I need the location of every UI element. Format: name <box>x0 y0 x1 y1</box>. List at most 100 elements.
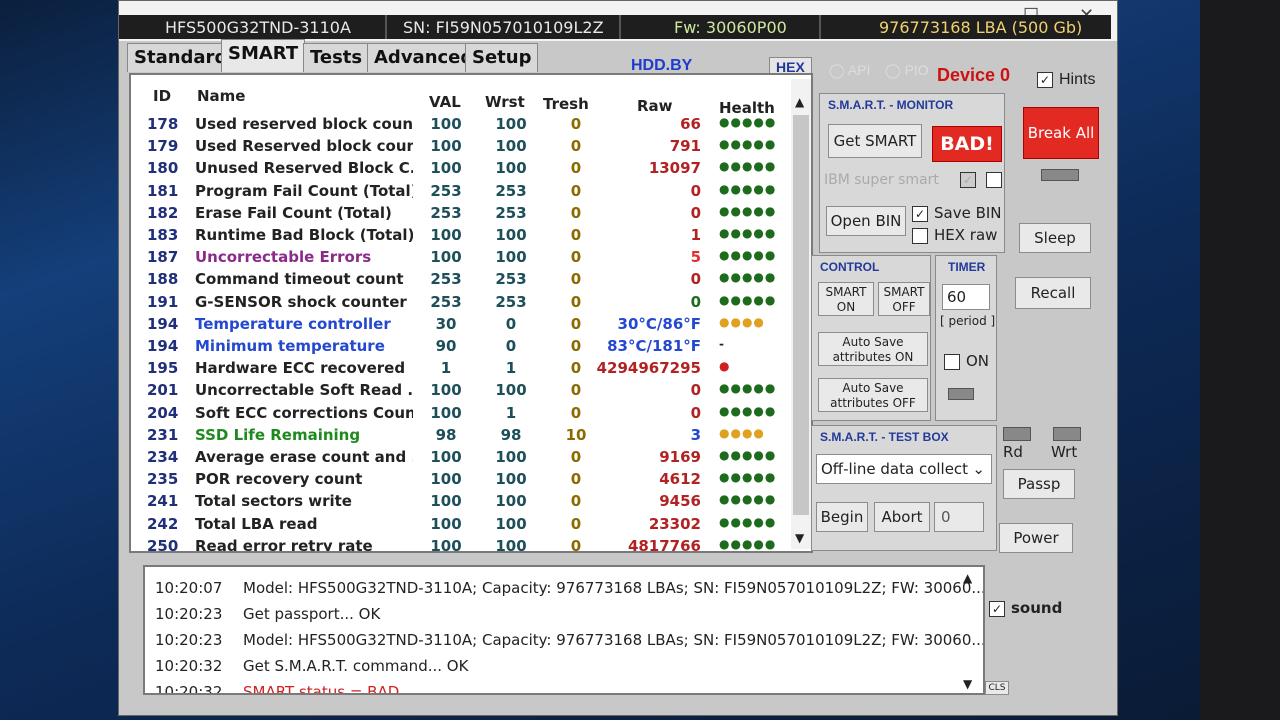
cell-wrst: 100 <box>495 536 527 553</box>
sleep-button[interactable]: Sleep <box>1019 223 1091 253</box>
monitor-title: S.M.A.R.T. - MONITOR <box>828 98 954 112</box>
smart-monitor-panel: S.M.A.R.T. - MONITOR Get SMART BAD! IBM … <box>819 93 1005 253</box>
read-led <box>1003 427 1031 441</box>
autosave-on-button[interactable]: Auto Save attributes ON <box>818 332 928 366</box>
scroll-up-icon[interactable]: ▲ <box>795 95 804 109</box>
cell-tresh: 0 <box>570 159 582 178</box>
cell-health: ●●●●● <box>719 226 777 240</box>
tab-advanced[interactable]: Advanced <box>367 43 481 72</box>
cell-name: G-SENSOR shock counter <box>195 292 407 311</box>
table-row[interactable]: 182 Erase Fail Count (Total) 253 253 0 0 ●●●●● <box>131 204 781 226</box>
cell-id: 194 <box>147 314 179 333</box>
log-scroll-up-icon[interactable]: ▲ <box>963 571 972 585</box>
table-row[interactable]: 201 Uncorrectable Soft Read ... 100 100 0 0 ●●… <box>131 381 781 403</box>
timer-period-input[interactable]: 60 <box>942 284 990 310</box>
clear-log-button[interactable]: CLS <box>985 681 1009 695</box>
control-title: CONTROL <box>820 260 880 274</box>
hints-checkbox[interactable]: ✓ Hints <box>1037 71 1095 89</box>
table-scroll-thumb[interactable] <box>793 115 809 515</box>
cell-id: 194 <box>147 337 179 355</box>
log-scroll-down-icon[interactable]: ▼ <box>963 677 972 691</box>
log-message: Model: HFS500G32TND-3110A; Capacity: 976… <box>243 579 985 597</box>
open-bin-button[interactable]: Open BIN <box>826 206 906 236</box>
header-tresh[interactable]: Tresh <box>543 95 589 113</box>
table-row[interactable]: 194 Temperature controller 30 0 0 30°C/86°F ●●… <box>131 315 781 337</box>
table-row[interactable]: 180 Unused Reserved Block C... 100 100 0 1309… <box>131 159 781 181</box>
table-row[interactable]: 188 Command timeout count 253 253 0 0 ●●●●● <box>131 270 781 292</box>
table-row[interactable]: 179 Used Reserved block coun... 100 100 0 791… <box>131 137 781 159</box>
tab-smart[interactable]: SMART <box>221 39 306 72</box>
table-row[interactable]: 194 Minimum temperature 90 0 0 83°C/181°F - <box>131 337 781 359</box>
smart-on-button[interactable]: SMART ON <box>818 282 874 316</box>
cell-name: Average erase count and ... <box>195 448 413 466</box>
period-label: [ period ] <box>940 314 996 328</box>
sound-checkbox[interactable]: ✓ sound <box>989 599 1062 617</box>
smart-off-button[interactable]: SMART OFF <box>878 282 930 316</box>
break-all-button[interactable]: Break All <box>1023 107 1099 159</box>
table-row[interactable]: 250 Read error retry rate 100 100 0 4817766 ●●… <box>131 536 781 553</box>
cell-tresh: 0 <box>570 248 582 267</box>
cell-wrst: 1 <box>505 403 517 422</box>
table-row[interactable]: 234 Average erase count and ... 100 100 0 916… <box>131 448 781 470</box>
abort-button[interactable]: Abort <box>874 502 930 532</box>
cell-val: 30 <box>435 314 457 333</box>
save-bin-checkbox[interactable]: ✓ Save BIN <box>912 204 1002 222</box>
cell-val: 100 <box>430 137 462 156</box>
tab-standard[interactable]: Standard <box>127 43 235 72</box>
ibm-checkbox[interactable] <box>986 172 1002 188</box>
cell-name: Uncorrectable Errors <box>195 248 372 267</box>
tab-setup[interactable]: Setup <box>465 43 539 72</box>
cell-tresh: 0 <box>570 492 582 511</box>
recall-button[interactable]: Recall <box>1015 277 1091 309</box>
header-id[interactable]: ID <box>153 87 171 105</box>
api-radio[interactable]: ◯ API <box>829 62 870 79</box>
cell-id: 204 <box>147 403 179 422</box>
table-row[interactable]: 187 Uncorrectable Errors 100 100 0 5 ●●●●● <box>131 248 781 270</box>
cell-raw: 30°C/86°F <box>617 314 701 333</box>
checkbox-icon: ✓ <box>912 205 928 222</box>
cell-id: 241 <box>147 492 179 511</box>
cell-wrst: 98 <box>500 425 522 444</box>
table-row[interactable]: 178 Used reserved block coun... 100 100 0 66 ●… <box>131 115 781 137</box>
table-row[interactable]: 183 Runtime Bad Block (Total) 100 100 0 1 ●●●●… <box>131 226 781 248</box>
table-row[interactable]: 191 G-SENSOR shock counter 253 253 0 0 ●●●●● <box>131 293 781 315</box>
scroll-down-icon[interactable]: ▼ <box>795 531 804 545</box>
tab-tests[interactable]: Tests <box>303 43 370 72</box>
test-type-select[interactable]: Off-line data collect ⌄ <box>816 454 992 484</box>
header-raw[interactable]: Raw <box>637 97 673 115</box>
header-wrst[interactable]: Wrst <box>485 93 525 111</box>
table-row[interactable]: 204 Soft ECC corrections Count 100 1 0 0 ●●●●● <box>131 404 781 426</box>
smart-status-badge: BAD! <box>932 126 1002 162</box>
header-val[interactable]: VAL <box>429 93 461 111</box>
begin-button[interactable]: Begin <box>816 502 868 532</box>
cell-wrst: 253 <box>495 292 527 311</box>
cell-tresh: 0 <box>570 270 582 289</box>
table-row[interactable]: 242 Total LBA read 100 100 0 23302 ●●●●● <box>131 515 781 537</box>
timer-on-checkbox[interactable]: ON <box>944 352 989 370</box>
autosave-off-button[interactable]: Auto Save attributes OFF <box>818 378 928 412</box>
table-row[interactable]: 231 SSD Life Remaining 98 98 10 3 ●●●● <box>131 426 781 448</box>
cell-val: 100 <box>430 448 462 466</box>
hex-raw-checkbox[interactable]: HEX raw <box>912 226 997 244</box>
checkbox-icon: ✓ <box>989 600 1005 617</box>
cell-id: 188 <box>147 270 179 289</box>
pio-radio[interactable]: ◯ PIO <box>885 62 929 79</box>
table-row[interactable]: 181 Program Fail Count (Total) 253 253 0 0 ●●●… <box>131 182 781 204</box>
cell-val: 100 <box>430 403 462 422</box>
cell-health: ●●●●● <box>719 115 777 129</box>
cell-wrst: 100 <box>495 470 527 489</box>
cell-val: 253 <box>430 292 462 311</box>
get-smart-button[interactable]: Get SMART <box>828 124 922 158</box>
header-name[interactable]: Name <box>197 87 245 105</box>
cell-raw: 66 <box>680 115 701 133</box>
cell-name: Hardware ECC recovered <box>195 359 406 378</box>
cell-name: SSD Life Remaining <box>195 425 361 444</box>
testbox-title: S.M.A.R.T. - TEST BOX <box>820 430 949 444</box>
table-row[interactable]: 235 POR recovery count 100 100 0 4612 ●●●●● <box>131 470 781 492</box>
passport-button[interactable]: Passp <box>1003 469 1075 499</box>
log-entry: 10:20:23 Get passport... OK <box>155 605 380 623</box>
power-button[interactable]: Power <box>999 523 1073 553</box>
table-row[interactable]: 195 Hardware ECC recovered 1 1 0 4294967295 ● <box>131 359 781 381</box>
log-time: 10:20:32 <box>155 657 223 675</box>
table-row[interactable]: 241 Total sectors write 100 100 0 9456 ●●●●● <box>131 492 781 514</box>
